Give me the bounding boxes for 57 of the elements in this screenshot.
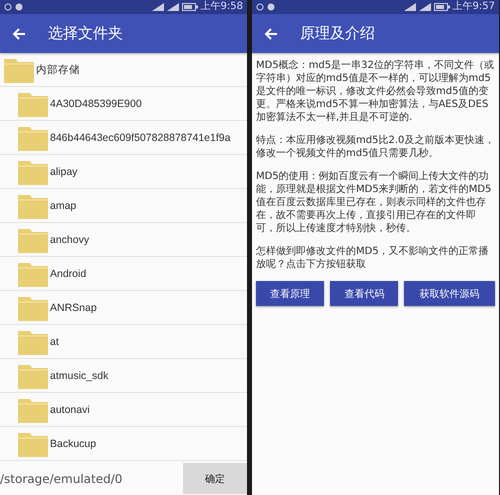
paragraph: 特点：本应用修改视频md5比2.0及之前版本更快速，修改一个视频文件的md5值只需要几秒。 [256,134,495,160]
paragraph: MD5概念：md5是一串32位的字符串，不同文件（或字符串）对应的md5值是不一样的，可以理解为md5是文件的唯一标识，修改文件必然会导致md5值的变更。严格来说md5不算一种加密算法，与AES及DES加密算法不太一样,并且是不可逆的. [256,59,495,124]
signal-icon [166,3,179,11]
folder-name: anchovy [50,234,90,246]
folder-name: autonavi [50,404,90,416]
paragraph: MD5的使用：例如百度云有一个瞬间上传大文件的功能，原理就是根据文件MD5来判断的，若文件的MD5值在百度云数据库里已存在，则表示同样的文件也存在，故不需要再次上传，直接引用已存在的文件即可，所以上传速度才特别快，秒传。 [256,170,492,235]
folder-icon [4,56,34,82]
folder-icon [18,90,48,116]
folder-name: Backucup [50,438,96,450]
back-arrow-icon[interactable] [12,28,26,40]
confirm-button[interactable]: 确定 [183,463,247,494]
screen-title: 选择文件夹 [48,24,123,43]
back-arrow-icon[interactable] [264,28,278,40]
folder-name: atmusic_sdk [50,370,108,382]
signal-icon [418,3,431,11]
action-button[interactable]: 查看原理 [256,281,324,306]
status-time: 上午9:58 [200,1,243,13]
folder-item[interactable]: ANRSnap [0,291,247,325]
folder-item[interactable]: atmusic_sdk [0,359,247,393]
folder-icon [18,328,48,354]
folder-name: 内部存储 [36,62,80,76]
folder-item[interactable]: autonavi [0,393,247,427]
folder-item[interactable]: anchovy [0,223,247,257]
folder-icon [18,192,48,218]
folder-icon [18,396,48,422]
folder-item[interactable]: 内部存储 [0,53,247,87]
folder-name: alipay [50,166,78,178]
folder-item[interactable]: 4A30D485399E900 [0,87,247,121]
folder-icon [18,294,48,320]
folder-item[interactable]: amap [0,189,247,223]
folder-icon [18,158,48,184]
folder-name: amap [50,200,76,212]
paragraph: 怎样做到即修改文件的MD5，又不影响文件的正常播放呢？点击下方按钮获取 [256,245,490,271]
folder-item[interactable]: at [0,325,247,359]
folder-name: 4A30D485399E900 [50,98,142,110]
folder-name: 846b44643ec609f507828878741e1f9a [50,132,230,144]
signal-icon [404,3,416,11]
folder-item[interactable]: Backucup [0,427,247,461]
folder-icon [18,124,48,150]
folder-name: Android [50,268,86,280]
signal-icon [152,3,164,11]
battery-icon [434,3,450,11]
folder-icon [18,226,48,252]
folder-item[interactable]: 846b44643ec609f507828878741e1f9a [0,121,247,155]
folder-icon [18,362,48,388]
folder-icon [18,430,48,456]
folder-item[interactable]: Android [0,257,247,291]
action-button[interactable]: 查看代码 [330,281,398,306]
action-button[interactable]: 获取软件源码 [404,281,495,306]
folder-name: at [50,336,59,348]
screen-title: 原理及介绍 [300,24,375,43]
battery-icon [182,3,198,11]
folder-item[interactable]: alipay [0,155,247,189]
folder-icon [18,260,48,286]
status-time: 上午9:57 [452,1,495,13]
folder-name: ANRSnap [50,302,97,314]
path-text: /storage/emulated/0 [0,472,122,486]
